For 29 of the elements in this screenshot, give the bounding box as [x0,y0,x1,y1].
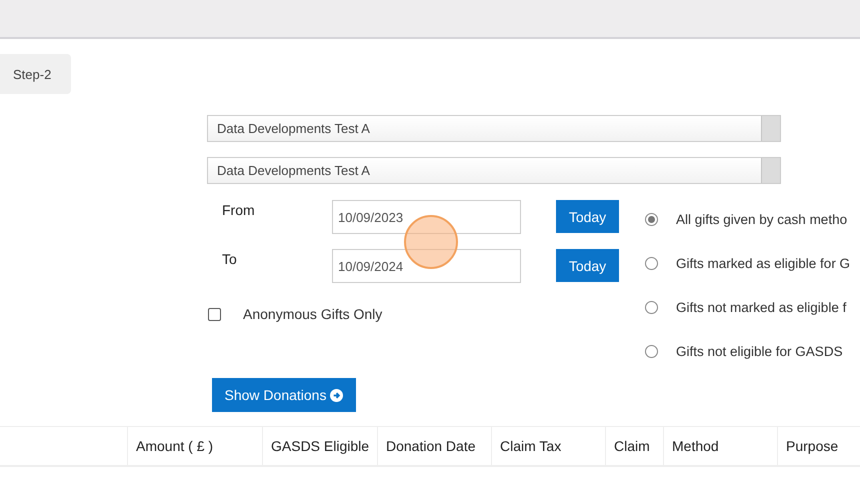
click-indicator [404,215,458,269]
date-field[interactable]: 10/09/2023 [332,200,521,234]
column-header[interactable]: GASDS Eligible [262,427,377,465]
column-header[interactable]: Claim [605,427,663,465]
checkbox[interactable] [208,308,221,320]
date-field[interactable]: 10/09/2024 [332,249,521,283]
step-tab[interactable]: Step-2 [0,54,71,94]
radio-button[interactable] [645,212,658,226]
dropdown-select[interactable]: Data Developments Test A [207,157,781,184]
column-header[interactable]: Method [663,427,777,465]
today-button[interactable]: Today [556,249,619,282]
today-button[interactable]: Today [556,200,619,233]
column-header[interactable]: Claim Tax [491,427,605,465]
date-label: To [222,251,238,267]
dropdown-select[interactable]: Data Developments Test A [207,115,781,142]
radio-label: Gifts marked as eligible for G [676,256,850,270]
show-donations-button[interactable]: Show Donations [212,378,356,412]
radio-button[interactable] [645,256,658,270]
arrow-circle-icon [330,388,344,402]
column-header[interactable]: Donation Date [377,427,491,465]
radio-label: Gifts not eligible for GASDS [676,344,843,358]
date-label: From [222,202,256,218]
radio-label: Gifts not marked as eligible f [676,300,846,314]
checkbox-label: Anonymous Gifts Only [243,306,382,322]
column-header[interactable]: Purpose [777,427,860,465]
radio-button[interactable] [645,344,658,358]
radio-button[interactable] [645,300,658,314]
column-header[interactable]: Amount ( £ ) [127,427,262,465]
radio-label: All gifts given by cash metho [676,212,848,226]
